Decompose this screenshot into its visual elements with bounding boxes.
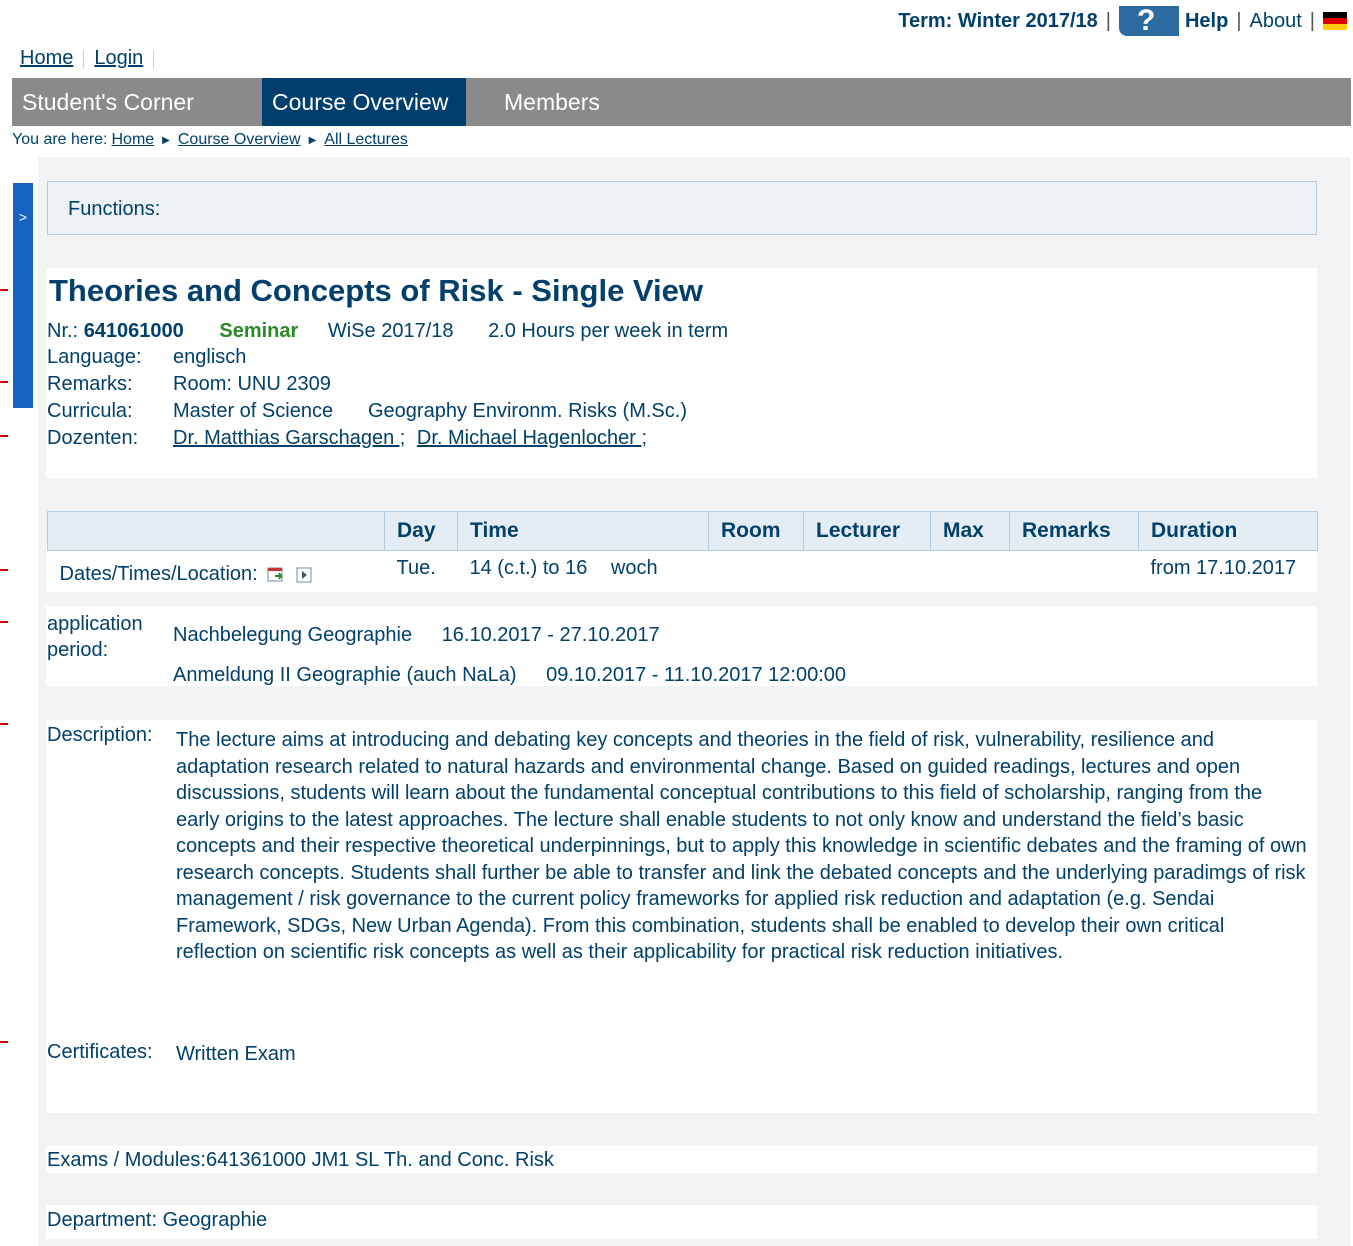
col-header-remarks: Remarks bbox=[1009, 511, 1139, 551]
german-flag-icon[interactable] bbox=[1323, 12, 1347, 30]
arrow-mark bbox=[0, 435, 8, 437]
room-cell bbox=[709, 551, 804, 593]
department-value: Geographie bbox=[162, 1209, 268, 1231]
curricula-value-1: Master of Science bbox=[173, 400, 334, 422]
separator: | bbox=[1309, 9, 1315, 32]
col-header-duration: Duration bbox=[1138, 511, 1318, 551]
arrow-mark bbox=[0, 569, 8, 571]
menu-students-corner[interactable]: Student's Corner bbox=[12, 78, 262, 126]
description-label: Description: bbox=[47, 724, 153, 746]
course-number: 641061000 bbox=[83, 320, 184, 342]
remarks-cell bbox=[1010, 551, 1139, 593]
application-period: 16.10.2017 - 27.10.2017 bbox=[441, 624, 660, 646]
col-header-room: Room bbox=[708, 511, 804, 551]
top-links: Home Login bbox=[20, 47, 155, 70]
remarks-value: Room: UNU 2309 bbox=[173, 373, 331, 395]
dates-row-label-cell: Dates/Times/Location: bbox=[48, 551, 385, 593]
arrow-mark bbox=[0, 1041, 8, 1043]
main-menu: Student's Corner Course Overview Members bbox=[12, 78, 1351, 126]
col-header-day: Day bbox=[384, 511, 458, 551]
arrow-mark bbox=[0, 289, 8, 291]
curricula-label: Curricula: bbox=[47, 400, 133, 422]
menu-course-overview[interactable]: Course Overview bbox=[262, 78, 466, 126]
functions-label: Functions: bbox=[68, 198, 161, 220]
course-meta-row: Nr.: 641061000 Seminar WiSe 2017/18 2.0 … bbox=[47, 320, 728, 343]
department-row: Department: Geographie bbox=[47, 1209, 267, 1232]
top-bar: Term: Winter 2017/18 | ? Help | About | bbox=[0, 0, 1353, 44]
nr-label: Nr.: bbox=[47, 320, 79, 342]
rhythm-value: woch bbox=[610, 557, 658, 579]
day-cell: Tue. bbox=[396, 557, 436, 579]
breadcrumb-course-overview[interactable]: Course Overview bbox=[178, 131, 301, 149]
remarks-label: Remarks: bbox=[47, 373, 133, 395]
page-title: Theories and Concepts of Risk - Single V… bbox=[49, 273, 704, 308]
lecturers: Dr. Matthias Garschagen ; Dr. Michael Ha… bbox=[173, 427, 647, 450]
arrow-mark bbox=[0, 381, 8, 383]
help-link[interactable]: Help bbox=[1185, 10, 1228, 33]
application-name: Anmeldung II Geographie (auch NaLa) bbox=[173, 664, 517, 686]
divider bbox=[153, 50, 155, 68]
col-header-lecturer: Lecturer bbox=[803, 511, 931, 551]
description-text: The lecture aims at introducing and deba… bbox=[176, 729, 1307, 963]
calendar-export-icon[interactable] bbox=[267, 566, 285, 584]
col-header-max: Max bbox=[930, 511, 1010, 551]
language-label: Language: bbox=[47, 346, 142, 368]
arrow-mark bbox=[0, 621, 8, 623]
term-bar: Term: Winter 2017/18 | ? Help | About | bbox=[898, 4, 1353, 37]
certificates-value: Written Exam bbox=[176, 1043, 296, 1065]
application-name: Nachbelegung Geographie bbox=[173, 624, 413, 646]
language-value: englisch bbox=[173, 346, 247, 368]
department-label: Department: bbox=[47, 1209, 158, 1231]
table-row: Dates/Times/Location: Tue. 14 (c.t.) to … bbox=[48, 551, 1318, 593]
lecturer-link[interactable]: Dr. Michael Hagenlocher ; bbox=[417, 427, 647, 449]
max-cell bbox=[931, 551, 1010, 593]
dozenten-label: Dozenten: bbox=[47, 427, 139, 449]
breadcrumb-prefix: You are here: bbox=[12, 131, 108, 148]
curricula-value-2: Geography Environm. Risks (M.Sc.) bbox=[368, 400, 687, 422]
application-label: application period: bbox=[47, 611, 143, 663]
course-type: Seminar bbox=[219, 320, 299, 342]
application-entry-1: Nachbelegung Geographie 16.10.2017 - 27.… bbox=[173, 624, 660, 647]
application-entry-2: Anmeldung II Geographie (auch NaLa) 09.1… bbox=[173, 664, 846, 687]
dates-row-label: Dates/Times/Location: bbox=[59, 563, 258, 585]
lecturer-link[interactable]: Dr. Matthias Garschagen ; bbox=[173, 427, 405, 449]
time-value: 14 (c.t.) to 16 bbox=[469, 557, 588, 579]
expand-icon[interactable] bbox=[295, 566, 313, 584]
certificates-label: Certificates: bbox=[47, 1041, 153, 1063]
breadcrumb-home[interactable]: Home bbox=[111, 131, 154, 149]
semester: WiSe 2017/18 bbox=[327, 320, 454, 342]
breadcrumb-all-lectures[interactable]: All Lectures bbox=[324, 131, 408, 149]
col-header-time: Time bbox=[457, 511, 709, 551]
login-link[interactable]: Login bbox=[94, 47, 143, 70]
side-toggle-tab[interactable]: > bbox=[13, 183, 33, 408]
application-label-line2: period: bbox=[47, 639, 109, 661]
triangle-right-icon: ▶ bbox=[162, 134, 170, 146]
divider bbox=[83, 50, 85, 68]
dates-table: Day Time Room Lecturer Max Remarks Durat… bbox=[47, 511, 1318, 592]
menu-members[interactable]: Members bbox=[494, 78, 610, 126]
separator: | bbox=[1105, 9, 1111, 32]
exams-modules: Exams / Modules:641361000 JM1 SL Th. and… bbox=[47, 1149, 554, 1171]
triangle-right-icon: ▶ bbox=[308, 134, 317, 146]
lecturer-cell bbox=[804, 551, 931, 593]
duration-cell: from 17.10.2017 bbox=[1150, 557, 1297, 579]
time-cell: 14 (c.t.) to 16 woch bbox=[458, 551, 709, 593]
application-period: 09.10.2017 - 11.10.2017 12:00:00 bbox=[546, 664, 847, 686]
application-label-line1: application bbox=[47, 613, 143, 635]
arrow-mark bbox=[0, 723, 8, 725]
separator: | bbox=[1236, 9, 1242, 32]
help-question-icon[interactable]: ? bbox=[1118, 4, 1179, 37]
hours-per-week: 2.0 Hours per week in term bbox=[488, 320, 729, 342]
col-header bbox=[47, 511, 385, 551]
home-link[interactable]: Home bbox=[20, 47, 73, 70]
breadcrumb: You are here: Home ▶ Course Overview ▶ A… bbox=[12, 131, 408, 149]
functions-box: Functions: bbox=[47, 181, 1317, 235]
term-label[interactable]: Term: Winter 2017/18 bbox=[898, 10, 1098, 33]
about-link[interactable]: About bbox=[1250, 10, 1302, 33]
table-header-row: Day Time Room Lecturer Max Remarks Durat… bbox=[47, 511, 1318, 551]
